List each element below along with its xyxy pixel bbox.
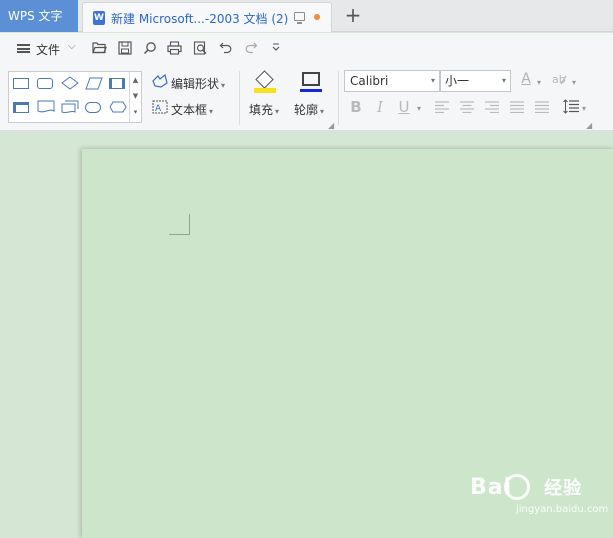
italic-button[interactable]: I — [372, 98, 388, 116]
internal-storage-shape-icon[interactable] — [13, 102, 29, 113]
outline-color-bar — [300, 89, 322, 92]
distributed-align-icon[interactable] — [535, 101, 549, 116]
parallelogram-shape-icon[interactable] — [85, 77, 103, 93]
edit-shape-label: 编辑形状 — [171, 77, 220, 91]
outline-button[interactable]: 轮廓 ▾ — [294, 101, 324, 118]
file-menu-button[interactable]: 文件 — [36, 41, 60, 58]
print-preview-icon[interactable] — [193, 41, 208, 56]
unsaved-dot-icon — [314, 14, 320, 20]
new-tab-button[interactable]: + — [340, 4, 366, 28]
text-box-button[interactable]: 文本框 ▾ — [171, 101, 213, 118]
clear-format-icon[interactable]: ab — [552, 72, 568, 90]
text-box-label: 文本框 — [171, 103, 208, 117]
rounded-rectangle-shape-icon[interactable] — [37, 78, 53, 89]
chevron-down-icon[interactable]: ⌵ — [68, 41, 76, 52]
app-tab-wps[interactable]: WPS 文字 — [0, 0, 78, 32]
font-name-select[interactable]: Calibri ▾ — [344, 70, 440, 92]
title-bar: WPS 文字 W 新建 Microsoft...-2003 文档 (2) + — [0, 0, 613, 32]
undo-icon[interactable] — [218, 41, 233, 56]
dialog-launcher-icon[interactable]: ◢ — [586, 121, 592, 130]
font-color-icon[interactable]: A — [518, 71, 534, 91]
gallery-scrollbar[interactable]: ▲ ▼ ▾ — [129, 72, 141, 122]
shapes-gallery[interactable]: ▲ ▼ ▾ — [8, 71, 142, 123]
diamond-shape-icon[interactable] — [61, 76, 79, 93]
word-doc-icon: W — [93, 11, 105, 25]
paint-bucket-icon — [255, 70, 274, 89]
print-icon[interactable] — [167, 41, 182, 56]
line-spacing-icon[interactable] — [563, 99, 579, 117]
document-tab-title: 新建 Microsoft...-2003 文档 (2) — [111, 12, 289, 26]
hamburger-menu-icon[interactable] — [17, 44, 30, 53]
bold-button[interactable]: B — [348, 98, 364, 116]
outline-label: 轮廓 — [294, 103, 319, 117]
edit-shape-button[interactable]: 编辑形状 ▾ — [171, 75, 225, 92]
open-folder-icon[interactable] — [92, 41, 107, 56]
align-center-icon[interactable] — [460, 101, 474, 116]
align-right-icon[interactable] — [485, 101, 499, 116]
fill-icon[interactable] — [254, 70, 276, 93]
find-icon[interactable] — [142, 41, 157, 56]
quick-access-bar: 文件 ⌵ — [0, 33, 613, 63]
text-box-icon[interactable]: A — [152, 100, 168, 117]
svg-text:A: A — [155, 104, 162, 114]
watermark-url: jingyan.baidu.com — [516, 504, 609, 515]
ribbon-separator — [239, 71, 240, 125]
page-margin-marker — [169, 214, 190, 235]
dialog-launcher-icon[interactable]: ◢ — [328, 121, 334, 130]
ribbon: ▲ ▼ ▾ 编辑形状 ▾ A 文本框 ▾ 填充 ▾ 轮廓 ▾ ◢ Calibri ▾ 小一 … — [0, 63, 613, 131]
font-color-label: A — [521, 71, 531, 87]
edit-shape-icon[interactable] — [152, 73, 168, 91]
font-name-value: Calibri — [350, 74, 389, 88]
underline-button[interactable]: U — [396, 98, 412, 116]
document-tab[interactable]: W 新建 Microsoft...-2003 文档 (2) — [82, 2, 332, 32]
ribbon-separator — [338, 71, 339, 125]
outline-box-icon — [302, 72, 320, 86]
rectangle-shape-icon[interactable] — [13, 78, 29, 89]
fill-button[interactable]: 填充 ▾ — [249, 101, 279, 118]
paw-logo-icon — [504, 474, 530, 500]
multi-document-shape-icon[interactable] — [61, 100, 79, 117]
chevron-down-icon[interactable]: ▾ — [582, 104, 586, 113]
chevron-down-icon[interactable]: ▾ — [417, 104, 421, 113]
chevron-down-icon: ▾ — [430, 76, 435, 85]
terminator-shape-icon[interactable] — [85, 102, 101, 113]
process-shape-icon[interactable] — [109, 78, 125, 89]
chevron-down-icon[interactable]: ▾ — [537, 78, 541, 87]
justify-icon[interactable] — [510, 101, 524, 116]
fill-color-bar — [254, 88, 276, 93]
baidu-jingyan-watermark: Bai 经验 jingyan.baidu.com — [470, 474, 610, 524]
document-shape-icon[interactable] — [37, 100, 55, 117]
font-size-select[interactable]: 小一 ▾ — [440, 70, 511, 92]
font-size-value: 小一 — [445, 74, 470, 88]
align-left-icon[interactable] — [435, 101, 449, 116]
fill-label: 填充 — [249, 103, 274, 117]
chevron-down-icon: ▾ — [501, 76, 506, 85]
customize-toolbar-icon[interactable] — [268, 41, 283, 56]
chevron-down-icon[interactable]: ▾ — [572, 78, 576, 87]
monitor-icon[interactable] — [294, 12, 305, 24]
preparation-shape-icon[interactable] — [109, 100, 127, 117]
save-icon[interactable] — [117, 41, 132, 56]
outline-icon[interactable] — [300, 71, 322, 93]
redo-icon[interactable] — [243, 41, 258, 56]
